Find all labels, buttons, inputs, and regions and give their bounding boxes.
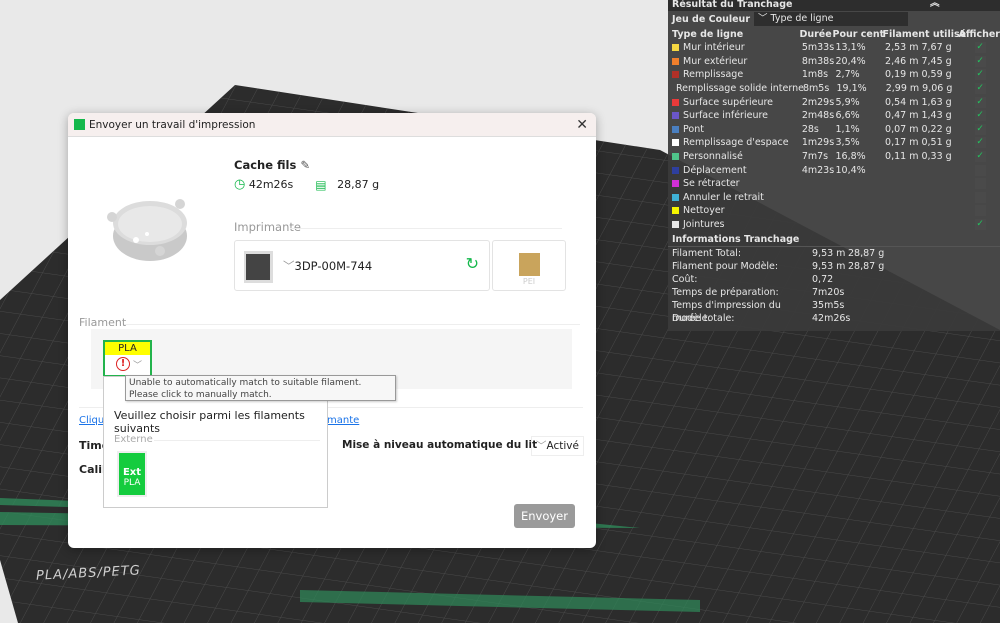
color-scheme-select[interactable]: ﹀ Type de ligne xyxy=(754,12,909,26)
show-checkbox[interactable] xyxy=(974,178,986,190)
show-checkbox[interactable]: ✓ xyxy=(974,151,986,163)
filament-section-label: Filament xyxy=(79,316,127,329)
line-type-row: Nettoyer xyxy=(668,204,1000,218)
plate-label: PEI xyxy=(522,277,536,286)
color-swatch xyxy=(672,125,679,133)
show-checkbox[interactable]: ✓ xyxy=(974,69,986,81)
send-button[interactable]: Envoyer xyxy=(514,504,575,528)
show-checkbox[interactable]: ✓ xyxy=(974,55,986,67)
pei-plate-icon xyxy=(519,253,540,276)
show-checkbox[interactable]: ✓ xyxy=(974,96,986,108)
refresh-icon[interactable]: ↻ xyxy=(466,254,479,273)
color-swatch xyxy=(672,180,679,188)
printer-select[interactable]: ﹀3DP-00M-744 ↻ xyxy=(234,240,490,291)
color-swatch xyxy=(672,71,679,79)
app-logo-icon xyxy=(74,119,85,130)
line-type-row: Jointures ✓ xyxy=(668,218,1000,232)
color-swatch xyxy=(672,98,679,106)
color-swatch xyxy=(672,57,679,65)
print-time: 42m26s xyxy=(248,178,294,191)
filament-weight-icon: ▤ xyxy=(315,177,327,192)
line-type-row: Se rétracter xyxy=(668,177,1000,191)
line-type-row: Surface inférieure 2m48s 6,6% 0,47 m 1,43 g… xyxy=(668,109,1000,123)
color-swatch xyxy=(672,112,679,120)
show-checkbox[interactable] xyxy=(974,191,986,203)
filament-slot[interactable]: PLA ! ﹀ xyxy=(103,340,152,377)
show-checkbox[interactable]: ✓ xyxy=(974,219,986,231)
plate-select[interactable]: PEI xyxy=(492,240,566,291)
printer-name: 3DP-00M-744 xyxy=(294,259,373,273)
line-type-row: Annuler le retrait xyxy=(668,191,1000,205)
popup-group-label: Externe xyxy=(114,434,153,445)
info-row: Temps d'impression du modèle: 35m5s xyxy=(672,300,845,325)
color-swatch xyxy=(672,207,679,215)
line-type-row: Mur intérieur 5m33s 13,1% 2,53 m 7,67 g ✓ xyxy=(668,41,1000,55)
color-scheme-label: Jeu de Couleur xyxy=(672,13,751,25)
filament-option-ext-pla[interactable]: Ext PLA xyxy=(117,451,147,497)
show-checkbox[interactable] xyxy=(974,205,986,217)
show-checkbox[interactable]: ✓ xyxy=(974,110,986,122)
color-swatch xyxy=(672,44,679,52)
help-link-end[interactable]: mante xyxy=(327,415,359,426)
line-type-row: Déplacement 4m23s 10,4% xyxy=(668,163,1000,177)
show-checkbox[interactable]: ✓ xyxy=(974,123,986,135)
info-row: Temps de préparation: 7m20s xyxy=(672,287,845,299)
clock-icon: ◷ xyxy=(234,177,246,192)
printer-section-label: Imprimante xyxy=(234,220,301,234)
model-thumbnail xyxy=(107,199,187,261)
color-swatch xyxy=(672,193,679,201)
show-checkbox[interactable]: ✓ xyxy=(974,83,986,95)
chevron-down-icon: ﹀ xyxy=(133,360,143,371)
slicing-result-panel: Résultat du Tranchage ︽ Jeu de Couleur ﹀ T… xyxy=(668,0,1000,331)
panel-title: Résultat du Tranchage xyxy=(672,0,793,10)
printer-icon xyxy=(244,251,273,283)
filament-type: PLA xyxy=(105,342,150,355)
color-swatch xyxy=(672,139,679,147)
filament-weight: 28,87 g xyxy=(337,178,380,191)
warning-icon: ! xyxy=(116,357,130,371)
show-checkbox[interactable]: ✓ xyxy=(974,42,986,54)
show-checkbox[interactable]: ✓ xyxy=(974,137,986,149)
table-header: Type de ligne Durée Pour cent Filament util… xyxy=(672,28,1000,40)
color-swatch xyxy=(672,153,679,161)
line-type-row: Remplissage d'espace 1m29s 3,5% 0,17 m 0,51… xyxy=(668,136,1000,150)
info-row: Filament Total: 9,53 m 28,87 g xyxy=(672,248,885,260)
info-row: Filament pour Modèle: 9,53 m 28,87 g xyxy=(672,261,885,273)
close-icon[interactable]: ✕ xyxy=(576,117,588,133)
collapse-icon[interactable]: ︽ xyxy=(930,0,940,9)
line-type-row: Remplissage solide interne 8m5s 19,1% 2,99 … xyxy=(676,83,986,95)
line-type-row: Mur extérieur 8m38s 20,4% 2,46 m 7,45 g ✓ xyxy=(668,55,1000,69)
info-row: Durée totale: 42m26s xyxy=(672,313,851,325)
popup-title: Veuillez choisir parmi les filaments sui… xyxy=(114,409,305,435)
bed-leveling-select[interactable]: ﹀Activé xyxy=(531,436,584,456)
line-type-row: Remplissage 1m8s 2,7% 0,19 m 0,59 g ✓ xyxy=(668,68,1000,82)
color-swatch xyxy=(672,221,679,229)
dialog-title: Envoyer un travail d'impression xyxy=(89,118,256,131)
tooltip: Unable to automatically match to suitabl… xyxy=(125,375,396,401)
line-type-row: Personnalisé 7m7s 16,8% 0,11 m 0,33 g ✓ xyxy=(668,150,1000,164)
color-swatch xyxy=(672,166,679,174)
info-title: Informations Tranchage xyxy=(668,233,1000,248)
edit-icon[interactable]: ✎ xyxy=(300,158,310,172)
model-name: Cache fils xyxy=(234,158,297,172)
bed-leveling-label: Mise à niveau automatique du lit xyxy=(342,439,538,451)
info-row: Coût: 0,72 xyxy=(672,274,834,286)
line-type-row: Pont 28s 1,1% 0,07 m 0,22 g ✓ xyxy=(668,123,1000,137)
line-type-row: Surface supérieure 2m29s 5,9% 0,54 m 1,63 g… xyxy=(668,95,1000,109)
show-checkbox[interactable] xyxy=(974,164,986,176)
